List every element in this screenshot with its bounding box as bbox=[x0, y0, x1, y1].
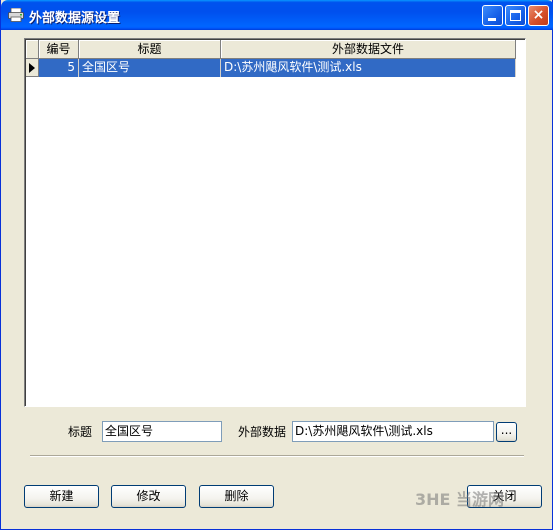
minimize-icon bbox=[488, 18, 496, 21]
column-header-id[interactable]: 编号 bbox=[39, 40, 79, 59]
delete-button[interactable]: 删除 bbox=[199, 485, 274, 508]
external-data-input[interactable]: D:\苏州飓风软件\测试.xls bbox=[292, 421, 494, 442]
cell-file[interactable]: D:\苏州飓风软件\测试.xls bbox=[221, 59, 516, 77]
new-button[interactable]: 新建 bbox=[24, 485, 99, 508]
maximize-button[interactable] bbox=[505, 5, 526, 26]
window-close-button[interactable]: × bbox=[528, 5, 549, 26]
title-bar[interactable]: 外部数据源设置 × bbox=[1, 0, 553, 30]
grid-header: 编号 标题 外部数据文件 bbox=[26, 40, 516, 59]
column-header-file[interactable]: 外部数据文件 bbox=[221, 40, 516, 59]
cell-title[interactable]: 全国区号 bbox=[79, 59, 221, 77]
browse-button[interactable]: ... bbox=[496, 422, 517, 442]
watermark: 3HE 当游网 bbox=[415, 490, 505, 509]
printer-icon bbox=[8, 8, 24, 22]
edit-button[interactable]: 修改 bbox=[111, 485, 186, 508]
external-data-label: 外部数据 bbox=[238, 425, 287, 439]
current-row-arrow-icon bbox=[29, 63, 35, 73]
minimize-button[interactable] bbox=[482, 5, 503, 26]
data-source-grid[interactable]: 编号 标题 外部数据文件 5 全国区号 D:\苏州飓风软件\测试.xls bbox=[24, 38, 526, 407]
close-icon: × bbox=[532, 7, 545, 23]
title-input[interactable]: 全国区号 bbox=[102, 421, 222, 442]
dialog-window: 外部数据源设置 × 编号 标题 外部数据文件 5 全国区号 D:\苏州飓风软件\… bbox=[0, 0, 553, 530]
title-label: 标题 bbox=[68, 425, 93, 439]
row-indicator bbox=[26, 59, 39, 77]
table-row[interactable]: 5 全国区号 D:\苏州飓风软件\测试.xls bbox=[26, 59, 516, 77]
column-header-title[interactable]: 标题 bbox=[79, 40, 221, 59]
separator bbox=[30, 455, 524, 457]
row-indicator-header bbox=[26, 40, 39, 59]
window-title: 外部数据源设置 bbox=[29, 11, 121, 26]
maximize-icon bbox=[510, 10, 521, 21]
cell-id[interactable]: 5 bbox=[39, 59, 79, 77]
